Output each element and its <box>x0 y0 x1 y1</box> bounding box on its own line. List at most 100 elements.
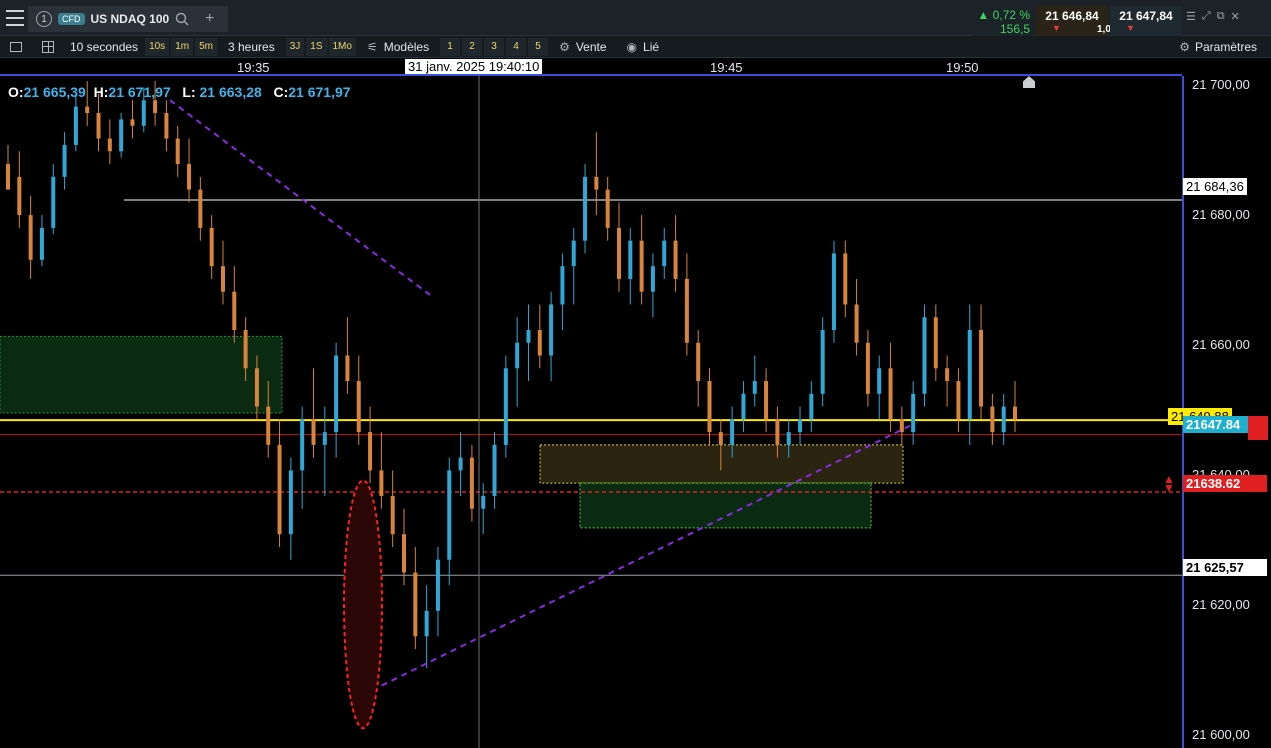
tab-number: 1 <box>36 11 52 27</box>
eye-icon: ◉ <box>626 39 638 54</box>
y-tick: 21 600,00 <box>1192 727 1250 742</box>
candle-body <box>458 457 463 471</box>
template-slot-1[interactable]: 1 <box>440 37 461 56</box>
sell-view-label: Vente <box>575 39 607 54</box>
add-tab-button[interactable]: + <box>205 10 214 28</box>
candle-body <box>243 329 248 369</box>
candle-body <box>6 164 10 190</box>
templates-button[interactable]: ⚟ Modèles <box>357 36 439 58</box>
change-box: ▲ 0,72 % 156,5 <box>972 6 1034 36</box>
y-tick: 21 700,00 <box>1192 77 1250 92</box>
change-pct: ▲ 0,72 % <box>977 8 1030 22</box>
candle-body <box>730 419 735 445</box>
menu-icon[interactable] <box>6 10 24 26</box>
template-slot-3[interactable]: 3 <box>484 37 505 56</box>
candle-body <box>526 329 531 343</box>
candle-body <box>220 266 225 292</box>
candle-body <box>956 381 961 420</box>
template-slot-4[interactable]: 4 <box>506 37 527 56</box>
candle-body <box>764 381 769 420</box>
candle-body <box>865 342 870 394</box>
candle-body <box>515 342 520 369</box>
candle-body <box>741 393 746 420</box>
symbol-tab[interactable]: 1 CFD US NDAQ 100 <box>28 6 228 32</box>
interval-5m[interactable]: 5m <box>195 37 217 56</box>
y-tick: 21 680,00 <box>1192 207 1250 222</box>
popout-icon[interactable]: ⧉ <box>1217 10 1225 23</box>
x-tick: 19:45 <box>710 60 743 75</box>
candle-body <box>662 240 667 267</box>
candle-body <box>888 368 893 420</box>
candle-body <box>51 176 56 228</box>
sell-view-button[interactable]: ⚙ Vente <box>549 36 616 58</box>
red-line-tag: 21638.62 <box>1183 475 1267 492</box>
candle-body <box>967 329 972 420</box>
candle-body <box>831 253 836 330</box>
settings-label: Paramètres <box>1194 39 1257 54</box>
x-tick: 19:50 <box>946 60 979 75</box>
candle-body <box>820 329 825 394</box>
candle-body <box>911 393 916 433</box>
candle-body <box>300 419 305 471</box>
candle-body <box>288 470 293 535</box>
low-highlight-ellipse <box>343 479 383 730</box>
candle-body <box>899 419 904 433</box>
chart-toolbar: 10 secondes 10s 1m 5m 3 heures 3J 1S 1Mo… <box>0 36 1271 58</box>
buy-price-button[interactable]: 21 647,84 ▼ <box>1110 6 1182 36</box>
range-3j[interactable]: 3J <box>285 37 305 56</box>
symbol-name: US NDAQ 100 <box>90 12 170 26</box>
support-zone <box>579 482 872 529</box>
linked-button[interactable]: ◉ Lié <box>617 36 670 58</box>
range-select[interactable]: 3 heures <box>218 36 285 58</box>
settings-button[interactable]: ⚙ Paramètres <box>1173 36 1271 58</box>
interval-10s[interactable]: 10s <box>145 37 170 56</box>
candle-body <box>673 240 678 279</box>
open-value: 21 665,39 <box>23 84 86 100</box>
candle-body <box>922 317 927 394</box>
candle-body <box>198 189 203 228</box>
interval-select[interactable]: 10 secondes <box>64 36 144 58</box>
list-icon[interactable]: ☰ <box>1186 10 1196 23</box>
window-controls: ☰ ⤢ ⧉ ✕ <box>1186 10 1240 23</box>
change-pts: 156,5 <box>999 22 1030 36</box>
layout-icon[interactable] <box>0 36 32 58</box>
candle-body <box>594 176 599 190</box>
candle-body <box>356 381 361 433</box>
candle-body <box>413 572 418 637</box>
candle-body <box>141 100 146 126</box>
sell-price-marker <box>1248 416 1268 440</box>
candle-body <box>232 291 237 330</box>
x-tick: 19:35 <box>237 60 270 75</box>
candle-body <box>390 495 395 535</box>
expand-icon[interactable]: ⤢ <box>1202 10 1211 23</box>
bid-price: 21 646,84 <box>1045 9 1099 23</box>
interval-1m[interactable]: 1m <box>171 37 194 56</box>
price-chart[interactable] <box>0 76 1182 748</box>
y-tick: 21 660,00 <box>1192 337 1250 352</box>
sliders-icon: ⚟ <box>366 39 378 54</box>
close-icon[interactable]: ✕ <box>1231 10 1240 23</box>
candle-body <box>1013 406 1017 420</box>
candle-body <box>107 138 112 152</box>
search-icon[interactable] <box>175 12 189 26</box>
range-1s[interactable]: 1S <box>306 37 327 56</box>
candle-body <box>62 144 67 177</box>
candle-body <box>73 106 78 145</box>
candle-body <box>707 381 712 433</box>
move-arrows-icon[interactable]: ▲ ▼ <box>1163 473 1175 494</box>
candle-body <box>164 113 169 139</box>
candle-body <box>322 432 327 445</box>
candle-body <box>877 368 882 394</box>
candle-body <box>854 304 859 343</box>
candle-body <box>639 240 644 292</box>
candle-body <box>96 113 101 139</box>
template-slot-2[interactable]: 2 <box>462 37 483 56</box>
candle-body <box>549 304 554 356</box>
candle-body <box>254 368 259 407</box>
template-slot-5[interactable]: 5 <box>528 37 549 56</box>
grid-icon[interactable] <box>32 36 64 58</box>
candle-body <box>979 329 984 407</box>
candle-body <box>628 240 633 279</box>
candle-body <box>650 266 655 292</box>
range-1mo[interactable]: 1Mo <box>328 37 356 56</box>
